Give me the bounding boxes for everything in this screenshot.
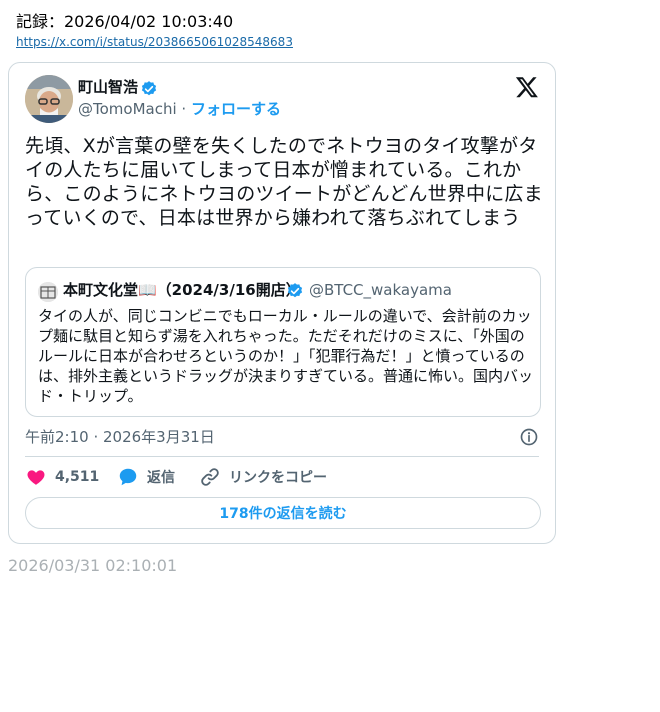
author-handle-row: @TomoMachi · フォローする — [78, 99, 281, 119]
author-name[interactable]: 町山智浩 — [78, 77, 138, 97]
heart-icon — [27, 470, 45, 485]
verified-badge-icon — [141, 81, 157, 96]
author-avatar[interactable] — [25, 75, 73, 123]
speech-bubble-icon — [119, 468, 137, 486]
x-logo-icon[interactable] — [515, 75, 539, 99]
archived-timestamp: 2026/03/31 02:10:01 — [8, 556, 178, 575]
like-button[interactable]: 4,511 — [25, 465, 99, 489]
like-count: 4,511 — [55, 469, 100, 485]
quote-author-avatar — [38, 282, 58, 302]
tweet-card: 町山智浩 @TomoMachi · フォローする 先頃、Xが言葉の壁を失くしたの… — [8, 62, 556, 544]
follow-button[interactable]: フォローする — [191, 100, 281, 118]
quoted-tweet[interactable]: 本町文化堂📖（2024/3/16開店） @BTCC_wakayama タイの人が… — [25, 267, 541, 417]
author-handle[interactable]: @TomoMachi — [78, 100, 177, 118]
divider — [25, 456, 539, 457]
reply-label: 返信 — [147, 470, 175, 486]
read-replies-button[interactable]: 178件の返信を読む — [25, 497, 541, 529]
action-bar: 4,511 返信 リンクをコピー — [25, 465, 545, 489]
info-icon[interactable] — [519, 427, 539, 447]
quote-author-name: 本町文化堂📖（2024/3/16開店） — [63, 281, 301, 299]
tweet-text: 先頃、Xが言葉の壁を失くしたのでネトウヨのタイ攻撃がタイの人たちに届いてしまって… — [25, 135, 543, 229]
tweet-timestamp[interactable]: 午前2:10 · 2026年3月31日 — [25, 427, 215, 447]
verified-badge-icon — [287, 283, 303, 298]
quote-author-handle: @BTCC_wakayama — [309, 281, 452, 299]
copy-link-button[interactable]: リンクをコピー — [199, 465, 327, 489]
record-timestamp: 記録：2026/04/02 10:03:40 — [16, 12, 234, 31]
reply-button[interactable]: 返信 — [117, 465, 175, 489]
record-url-link[interactable]: https://x.com/i/status/20386650610285486… — [16, 35, 293, 49]
link-icon — [201, 468, 219, 486]
copy-link-label: リンクをコピー — [229, 470, 327, 486]
quote-text: タイの人が、同じコンビニでもローカル・ルールの違いで、会計前のカップ麺に駄目と知… — [38, 307, 534, 405]
handle-separator: · — [181, 100, 187, 118]
